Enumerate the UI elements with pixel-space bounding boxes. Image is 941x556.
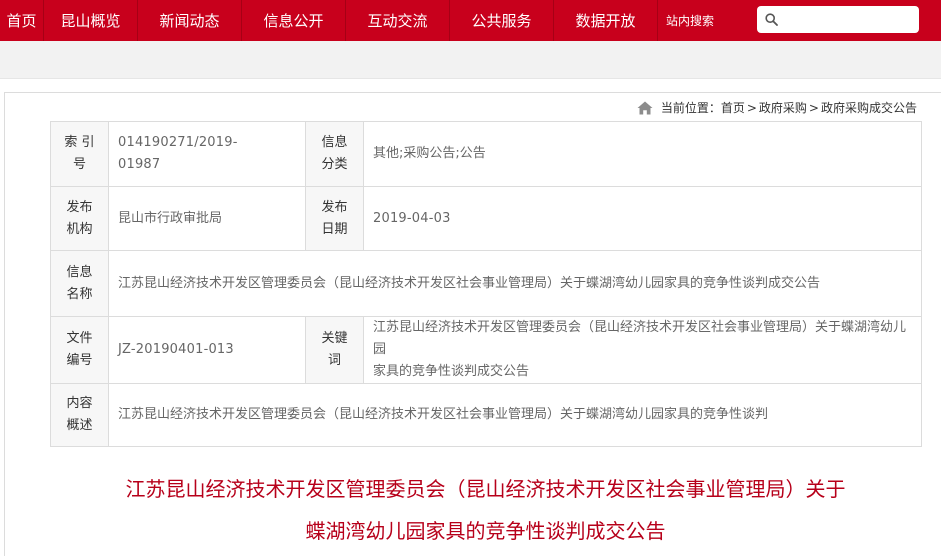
nav-kunshan-overview[interactable]: 昆山概览 xyxy=(44,0,138,41)
keyword-label: 关键 词 xyxy=(321,331,348,368)
issuer-value: 昆山市行政审批局 xyxy=(118,210,223,226)
breadcrumb-separator: > xyxy=(808,100,819,115)
document-info-table: 索 引 号 014190271/2019- 01987 信息 分类 其他;采购公… xyxy=(50,121,922,447)
breadcrumb: 当前位置： 首页 > 政府采购 > 政府采购成交公告 xyxy=(637,99,917,116)
top-navigation: 首页 昆山概览 新闻动态 信息公开 互动交流 公共服务 数据开放 站内搜索 xyxy=(0,0,941,41)
category-value: 其他;采购公告;公告 xyxy=(373,146,486,161)
article-title-line-2: 蝶湖湾幼儿园家具的竞争性谈判成交公告 xyxy=(305,519,666,543)
category-label: 信息 分类 xyxy=(321,135,348,172)
summary-value: 江苏昆山经济技术开发区管理委员会（昆山经济技术开发区社会事业管理局）关于蝶湖湾幼… xyxy=(118,407,769,422)
nav-news[interactable]: 新闻动态 xyxy=(138,0,242,41)
table-row: 索 引 号 014190271/2019- 01987 信息 分类 其他;采购公… xyxy=(50,121,922,187)
breadcrumb-gov-procurement[interactable]: 政府采购 xyxy=(759,99,807,116)
article-title: 江苏昆山经济技术开发区管理委员会（昆山经济技术开发区社会事业管理局）关于 蝶湖湾… xyxy=(50,468,921,552)
keyword-value: 江苏昆山经济技术开发区管理委员会（昆山经济技术开发区社会事业管理局）关于蝶湖湾幼… xyxy=(373,320,907,379)
home-icon xyxy=(637,101,653,114)
issuer-label: 发布 机构 xyxy=(66,199,93,237)
nav-public-service[interactable]: 公共服务 xyxy=(450,0,554,41)
article-title-line-1: 江苏昆山经济技术开发区管理委员会（昆山经济技术开发区社会事业管理局）关于 xyxy=(125,477,846,501)
docno-value: JZ-20190401-013 xyxy=(118,342,234,357)
date-label: 发布 日期 xyxy=(321,199,348,237)
summary-label: 内容 概述 xyxy=(66,396,93,433)
nav-interaction[interactable]: 互动交流 xyxy=(346,0,450,41)
breadcrumb-procurement-result[interactable]: 政府采购成交公告 xyxy=(821,99,917,116)
table-row: 文件 编号 JZ-20190401-013 关键 词 江苏昆山经济技术开发区管理… xyxy=(50,316,922,384)
nav-info-disclosure[interactable]: 信息公开 xyxy=(242,0,346,41)
index-value: 014190271/2019- 01987 xyxy=(118,135,238,172)
nav-home[interactable]: 首页 xyxy=(0,0,44,41)
name-value: 江苏昆山经济技术开发区管理委员会（昆山经济技术开发区社会事业管理局）关于蝶湖湾幼… xyxy=(118,275,821,291)
site-search-label: 站内搜索 xyxy=(666,14,715,28)
search-box[interactable] xyxy=(757,6,919,33)
search-icon xyxy=(765,13,778,26)
nav-open-data[interactable]: 数据开放 xyxy=(554,0,658,41)
breadcrumb-separator: > xyxy=(746,100,757,115)
table-row: 内容 概述 江苏昆山经济技术开发区管理委员会（昆山经济技术开发区社会事业管理局）… xyxy=(50,383,922,447)
breadcrumb-home[interactable]: 首页 xyxy=(721,99,745,116)
table-row: 信息 名称 江苏昆山经济技术开发区管理委员会（昆山经济技术开发区社会事业管理局）… xyxy=(50,250,922,317)
breadcrumb-prefix: 当前位置： xyxy=(660,101,721,115)
docno-label: 文件 编号 xyxy=(66,331,93,368)
date-value: 2019-04-03 xyxy=(373,210,451,226)
search-input[interactable] xyxy=(784,8,914,31)
name-label: 信息 名称 xyxy=(66,264,93,302)
sub-header-band xyxy=(0,41,941,79)
table-row: 发布 机构 昆山市行政审批局 发布 日期 2019-04-03 xyxy=(50,186,922,251)
index-label: 索 引 号 xyxy=(64,135,95,172)
